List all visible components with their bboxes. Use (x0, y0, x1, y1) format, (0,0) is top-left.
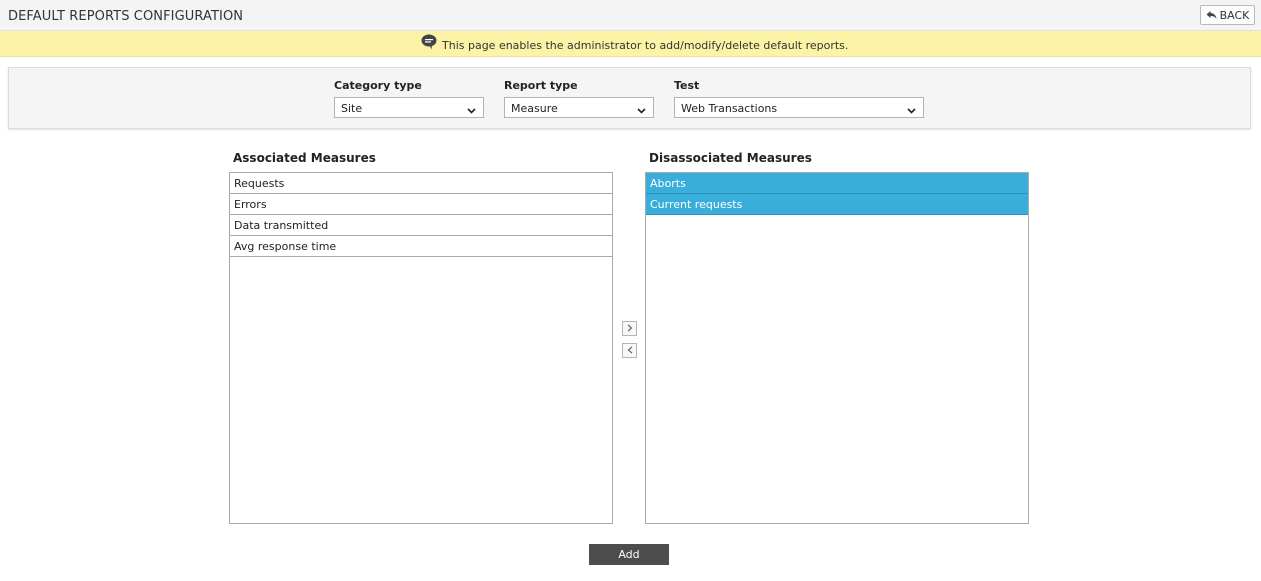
report-type-value: Measure (511, 102, 558, 115)
info-message: This page enables the administrator to a… (442, 39, 849, 52)
add-button[interactable]: Add (589, 544, 669, 565)
speech-bubble-icon (421, 34, 437, 53)
list-item[interactable]: Data transmitted (230, 215, 612, 236)
test-select[interactable]: Web Transactions (674, 97, 924, 118)
associated-measures-title: Associated Measures (233, 151, 376, 165)
associated-measures-list[interactable]: Requests Errors Data transmitted Avg res… (229, 172, 613, 524)
page-header: DEFAULT REPORTS CONFIGURATION BACK (0, 0, 1261, 31)
back-arrow-icon (1206, 10, 1217, 20)
back-button-label: BACK (1219, 8, 1250, 22)
report-type-label: Report type (504, 79, 578, 92)
page-title: DEFAULT REPORTS CONFIGURATION (8, 9, 244, 24)
report-type-select[interactable]: Measure (504, 97, 654, 118)
category-type-select[interactable]: Site (334, 97, 484, 118)
category-type-value: Site (341, 102, 363, 115)
category-type-label: Category type (334, 79, 422, 92)
test-filter: Test Web Transactions (674, 79, 924, 118)
disassociated-measures-title: Disassociated Measures (649, 151, 812, 165)
list-item[interactable]: Avg response time (230, 236, 612, 257)
chevron-down-icon (907, 104, 916, 117)
move-left-button[interactable] (622, 343, 637, 358)
disassociated-measures-list[interactable]: Aborts Current requests (645, 172, 1029, 524)
chevron-down-icon (637, 104, 646, 117)
filter-panel: Category type Site Report type Measure T… (8, 67, 1251, 129)
list-item[interactable]: Current requests (646, 194, 1028, 215)
chevron-down-icon (467, 104, 476, 117)
test-label: Test (674, 79, 700, 92)
chevron-right-icon (627, 322, 633, 335)
report-type-filter: Report type Measure (504, 79, 654, 118)
back-button[interactable]: BACK (1200, 5, 1255, 25)
test-value: Web Transactions (681, 102, 778, 115)
category-type-filter: Category type Site (334, 79, 484, 118)
list-item[interactable]: Requests (230, 173, 612, 194)
list-item[interactable]: Aborts (646, 173, 1028, 194)
info-bar: This page enables the administrator to a… (0, 31, 1261, 57)
chevron-left-icon (627, 344, 633, 357)
list-item[interactable]: Errors (230, 194, 612, 215)
move-right-button[interactable] (622, 321, 637, 336)
